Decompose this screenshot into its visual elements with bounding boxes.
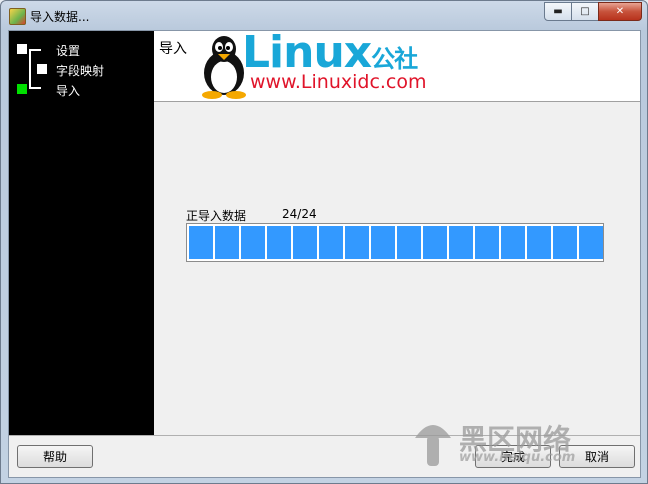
- window: 导入数据... ▬ □ ✕ 设置 字段映射 导入 导入 Linux公社 www.…: [0, 0, 648, 484]
- step-field-mapping: 字段映射: [56, 64, 105, 78]
- tree-connector: [29, 49, 31, 87]
- progress-segment: [553, 226, 577, 259]
- titlebar[interactable]: 导入数据... ▬ □ ✕: [1, 1, 647, 29]
- footer-divider: [9, 435, 640, 436]
- caption-buttons: ▬ □ ✕: [544, 2, 642, 21]
- help-button[interactable]: 帮助: [17, 445, 93, 468]
- minimize-icon: ▬: [553, 6, 563, 17]
- progress-segment: [397, 226, 421, 259]
- progress-segment: [371, 226, 395, 259]
- wizard-steps-sidebar: 设置 字段映射 导入: [9, 31, 154, 435]
- progress-segment: [319, 226, 343, 259]
- logo-url: www.Linuxidc.com: [250, 71, 427, 93]
- logo-text-cn: 公社: [371, 45, 418, 73]
- step-node-field-mapping: [37, 64, 47, 74]
- app-icon: [9, 8, 26, 25]
- progress-segment: [501, 226, 525, 259]
- tree-connector: [29, 49, 41, 51]
- progress-segment: [241, 226, 265, 259]
- dialog-client: 设置 字段映射 导入 导入 Linux公社 www.Linuxidc.com 正…: [8, 27, 641, 478]
- page-title: 导入: [159, 41, 187, 57]
- progress-segment: [215, 226, 239, 259]
- progress-segment: [475, 226, 499, 259]
- window-title: 导入数据...: [30, 10, 90, 24]
- close-icon: ✕: [615, 6, 625, 17]
- progress-segment: [189, 226, 213, 259]
- progress-segment: [579, 226, 603, 259]
- step-import: 导入: [56, 84, 81, 98]
- progress-segment: [293, 226, 317, 259]
- finish-button[interactable]: 完成: [475, 445, 551, 468]
- progress-label: 正导入数据: [186, 209, 247, 223]
- cancel-button[interactable]: 取消: [559, 445, 635, 468]
- progress-segment: [423, 226, 447, 259]
- step-node-settings: [17, 44, 27, 54]
- minimize-button[interactable]: ▬: [544, 2, 572, 21]
- tree-connector: [29, 87, 41, 89]
- step-node-import-active: [17, 84, 27, 94]
- progress-count: 24/24: [282, 207, 317, 221]
- step-settings: 设置: [56, 44, 81, 58]
- progress-segment: [527, 226, 551, 259]
- maximize-button[interactable]: □: [571, 2, 599, 21]
- close-button[interactable]: ✕: [598, 2, 642, 21]
- progress-segment: [267, 226, 291, 259]
- wizard-header: 导入 Linux公社 www.Linuxidc.com: [154, 27, 640, 102]
- import-progress-bar: [186, 223, 604, 262]
- progress-segment: [345, 226, 369, 259]
- linux-logo: Linux公社 www.Linuxidc.com: [194, 27, 464, 99]
- progress-fill: [189, 226, 603, 259]
- maximize-icon: □: [580, 6, 590, 17]
- progress-segment: [449, 226, 473, 259]
